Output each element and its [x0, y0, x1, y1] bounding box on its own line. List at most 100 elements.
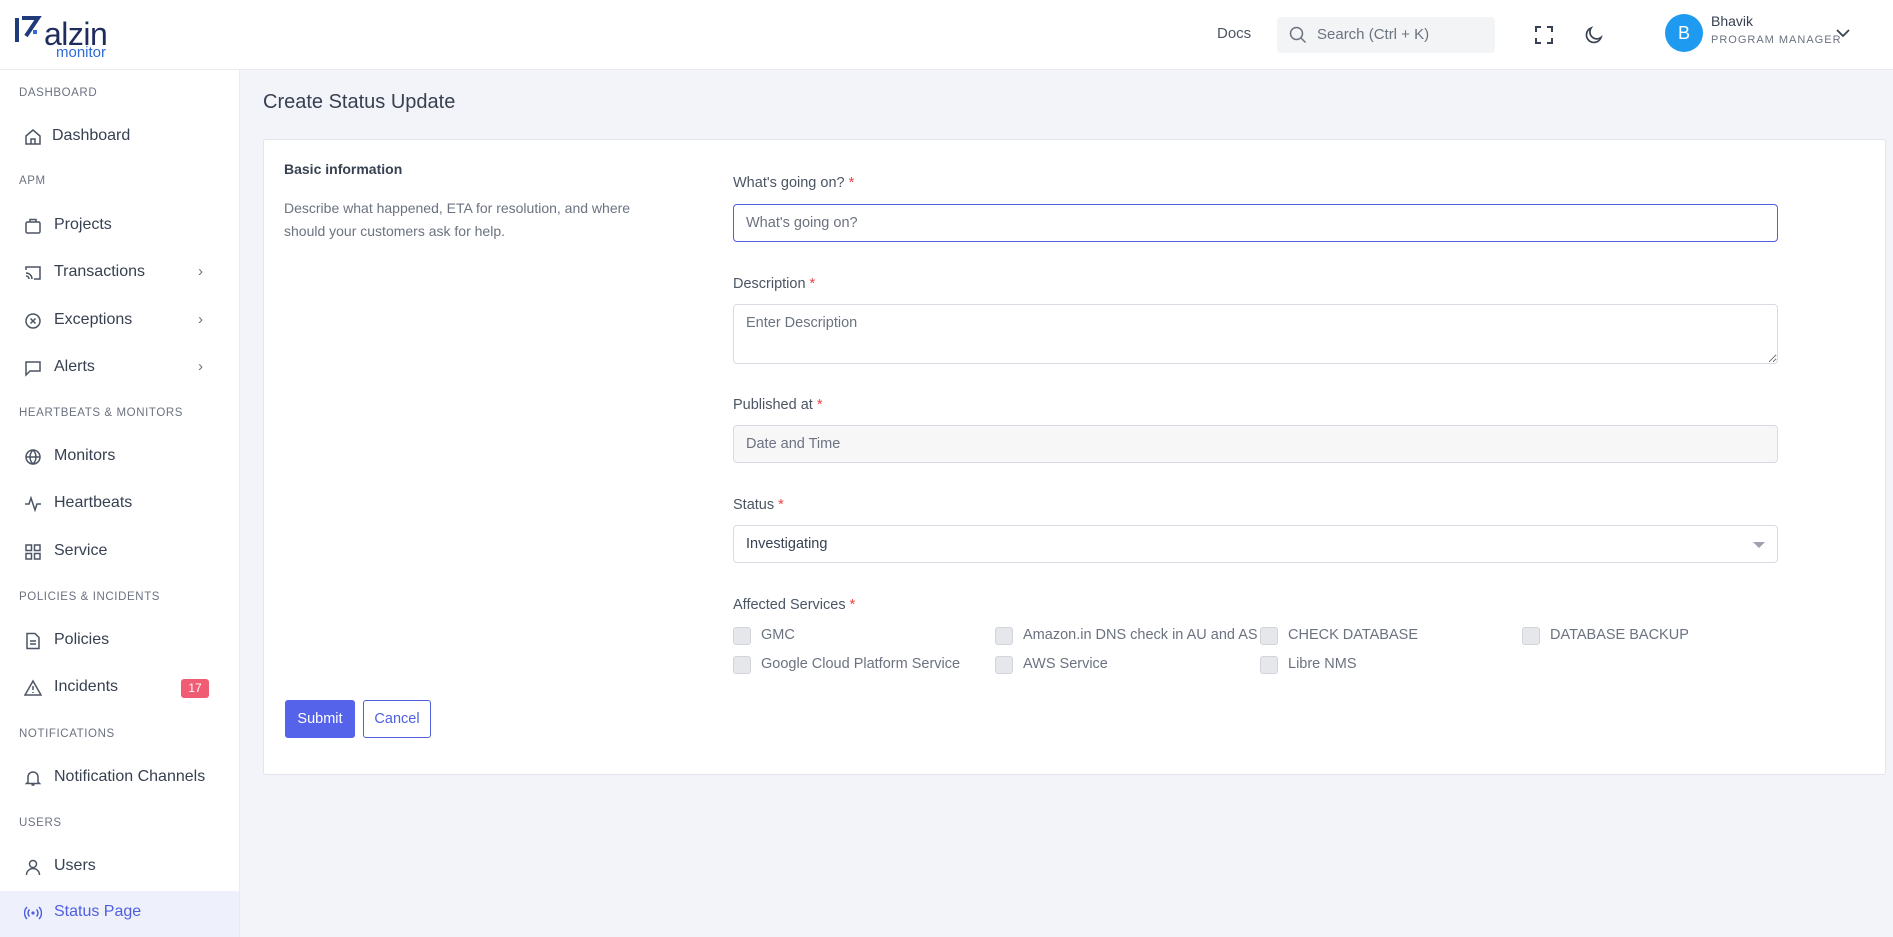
description-textarea[interactable]	[733, 304, 1778, 364]
logo[interactable]: alzin monitor	[14, 12, 124, 61]
field-label-text: Description	[733, 276, 806, 292]
top-bar: alzin monitor Docs Search (Ctrl + K) B B…	[0, 0, 1893, 70]
cancel-button[interactable]: Cancel	[363, 700, 431, 738]
search-placeholder: Search (Ctrl + K)	[1317, 26, 1430, 43]
sidebar-item-label: Notification Channels	[54, 768, 206, 785]
sidebar-item-incidents[interactable]: Incidents 17	[0, 666, 239, 710]
sidebar-item-label: Projects	[54, 216, 112, 233]
sidebar-item-monitors[interactable]: Monitors	[0, 435, 239, 479]
alert-triangle-icon	[24, 679, 42, 696]
service-checkbox[interactable]: Google Cloud Platform Service	[733, 654, 973, 674]
moon-icon[interactable]	[1584, 25, 1604, 45]
user-icon	[25, 859, 41, 876]
published-at-label: Published at *	[733, 397, 822, 413]
cast-icon	[25, 266, 41, 280]
field-label-text: Published at	[733, 397, 813, 413]
grid-icon	[25, 544, 41, 560]
checkbox-label: AWS Service	[1023, 656, 1108, 672]
status-select[interactable]: Investigating	[733, 525, 1778, 563]
broadcast-icon	[24, 906, 42, 920]
logo-mark-icon	[15, 16, 42, 42]
field-label-text: Affected Services	[733, 597, 846, 613]
service-checkbox[interactable]: Libre NMS	[1260, 654, 1500, 674]
incidents-count-badge: 17	[181, 679, 209, 698]
briefcase-icon	[25, 218, 41, 234]
section-notifications: NOTIFICATIONS	[19, 728, 115, 740]
globe-icon	[25, 449, 41, 466]
chevron-right-icon: ›	[198, 263, 203, 280]
activity-icon	[25, 495, 41, 513]
avatar[interactable]: B	[1665, 14, 1703, 52]
checkbox-box[interactable]	[995, 627, 1013, 645]
sidebar-item-label: Status Page	[54, 903, 142, 920]
service-checkbox[interactable]: AWS Service	[995, 654, 1235, 674]
service-checkbox[interactable]: DATABASE BACKUP	[1522, 625, 1762, 645]
checkbox-box[interactable]	[1260, 627, 1278, 645]
required-marker: *	[848, 175, 855, 191]
required-marker: *	[816, 397, 823, 413]
x-circle-icon	[25, 313, 41, 329]
sidebar-item-label: Incidents	[54, 678, 119, 695]
chevron-right-icon: ›	[198, 311, 203, 328]
bell-icon	[24, 771, 42, 786]
sidebar-item-transactions[interactable]: Transactions ›	[0, 251, 239, 295]
checkbox-box[interactable]	[995, 656, 1013, 674]
sidebar-item-alerts[interactable]: Alerts ›	[0, 346, 239, 390]
checkbox-box[interactable]	[1260, 656, 1278, 674]
service-checkbox[interactable]: Amazon.in DNS check in AU and AS	[995, 625, 1258, 645]
checkbox-label: Libre NMS	[1288, 656, 1357, 672]
whats-going-on-input[interactable]	[733, 204, 1778, 242]
section-policies: POLICIES & INCIDENTS	[19, 591, 161, 603]
message-square-icon	[25, 361, 41, 377]
checkbox-box[interactable]	[733, 656, 751, 674]
description-label: Description *	[733, 276, 815, 292]
checkbox-label: DATABASE BACKUP	[1550, 627, 1689, 643]
sidebar-item-heartbeats[interactable]: Heartbeats	[0, 482, 239, 526]
search-icon	[1289, 26, 1307, 44]
sidebar-item-exceptions[interactable]: Exceptions ›	[0, 299, 239, 343]
user-name[interactable]: Bhavik	[1711, 13, 1753, 29]
sidebar-item-label: Alerts	[54, 358, 95, 375]
status-label: Status *	[733, 497, 784, 513]
required-marker: *	[809, 276, 816, 292]
sidebar-item-service[interactable]: Service	[0, 530, 239, 574]
section-heartbeats: HEARTBEATS & MONITORS	[19, 407, 184, 419]
section-dashboard: DASHBOARD	[19, 87, 98, 99]
search-box[interactable]: Search (Ctrl + K)	[1277, 17, 1495, 53]
chevron-right-icon: ›	[198, 358, 203, 375]
service-checkbox[interactable]: GMC	[733, 625, 973, 645]
checkbox-box[interactable]	[733, 627, 751, 645]
sidebar-item-dashboard[interactable]: Dashboard	[0, 115, 239, 159]
logo-subtitle: monitor	[56, 44, 107, 61]
field-label-text: Status	[733, 497, 775, 513]
caret-down-icon	[1753, 542, 1765, 548]
sidebar-item-label: Transactions	[54, 263, 145, 280]
fullscreen-icon[interactable]	[1534, 25, 1554, 45]
published-at-input[interactable]	[733, 425, 1778, 463]
checkbox-label: GMC	[761, 627, 795, 643]
sidebar: DASHBOARD Dashboard APM Projects Transac…	[0, 70, 240, 937]
checkbox-box[interactable]	[1522, 627, 1540, 645]
service-checkbox[interactable]: CHECK DATABASE	[1260, 625, 1500, 645]
sidebar-item-users[interactable]: Users	[0, 845, 239, 889]
sidebar-item-label: Policies	[54, 631, 110, 648]
affected-services-label: Affected Services *	[733, 597, 855, 613]
chevron-down-icon[interactable]	[1836, 28, 1850, 38]
status-selected-value: Investigating	[746, 536, 828, 552]
sidebar-item-label: Monitors	[54, 447, 116, 464]
submit-button[interactable]: Submit	[285, 700, 355, 738]
page-title: Create Status Update	[263, 91, 456, 113]
sidebar-item-projects[interactable]: Projects	[0, 204, 239, 248]
sidebar-item-policies[interactable]: Policies	[0, 619, 239, 663]
docs-link[interactable]: Docs	[1217, 25, 1251, 42]
file-text-icon	[26, 632, 40, 650]
section-title: Basic information	[284, 161, 403, 177]
sidebar-item-status-page[interactable]: Status Page	[0, 891, 239, 937]
section-apm: APM	[19, 175, 46, 187]
sidebar-item-label: Service	[54, 542, 108, 559]
required-marker: *	[849, 597, 856, 613]
sidebar-item-notification-channels[interactable]: Notification Channels	[0, 756, 239, 800]
checkbox-label: CHECK DATABASE	[1288, 627, 1418, 643]
sidebar-item-label: Heartbeats	[54, 494, 133, 511]
user-role: PROGRAM MANAGER	[1711, 34, 1842, 46]
